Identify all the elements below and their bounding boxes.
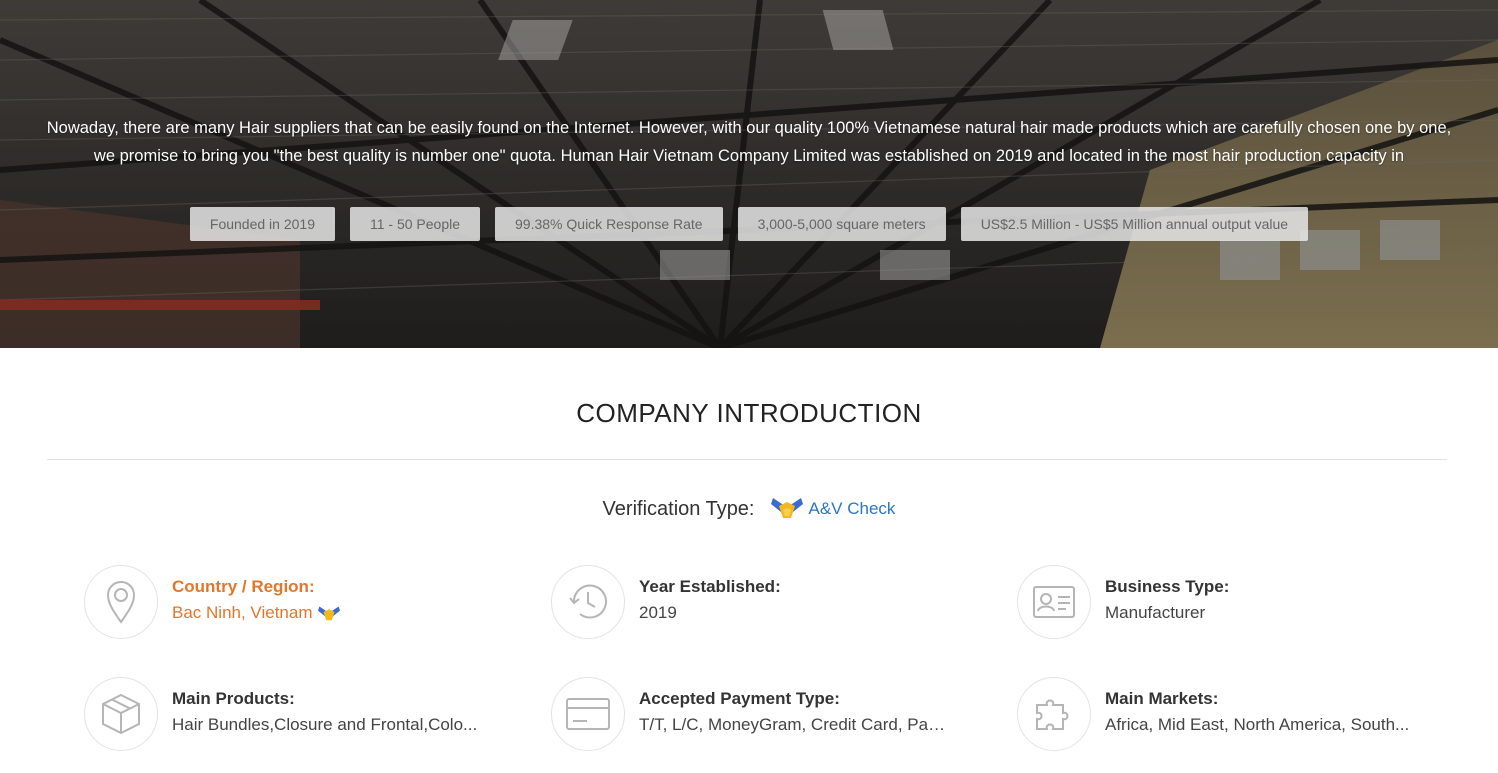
detail-label: Main Markets: [1105, 689, 1219, 708]
verification-label: Verification Type: [602, 497, 755, 520]
section-title: COMPANY INTRODUCTION [576, 398, 922, 428]
tag-factory-size: 3,000-5,000 square meters [737, 207, 946, 241]
puzzle-piece-icon [1017, 677, 1091, 751]
detail-label: Business Type: [1105, 577, 1230, 596]
tag-response-rate: 99.38% Quick Response Rate [495, 207, 723, 241]
factory-hero-banner: Nowaday, there are many Hair suppliers t… [0, 0, 1498, 348]
detail-value: 2019 [639, 603, 677, 622]
detail-value: Hair Bundles,Closure and Frontal,Colo... [172, 715, 478, 734]
detail-value: Manufacturer [1105, 603, 1206, 622]
detail-main-products: Main Products: Hair Bundles,Closure and … [84, 677, 524, 753]
av-check-link[interactable]: A&V Check [809, 499, 896, 519]
company-description: Nowaday, there are many Hair suppliers t… [46, 119, 1452, 165]
tag-founded: Founded in 2019 [189, 207, 335, 241]
detail-main-markets: Main Markets: Africa, Mid East, North Am… [1017, 677, 1457, 753]
location-pin-icon [84, 565, 158, 639]
detail-value: Bac Ninh, Vietnam [172, 603, 341, 623]
detail-year-established: Year Established: 2019 [551, 565, 991, 641]
detail-label: Country / Region: [172, 577, 315, 596]
tag-annual-output: US$2.5 Million - US$5 Million annual out… [960, 207, 1309, 241]
detail-label: Main Products: [172, 689, 295, 708]
id-card-icon [1017, 565, 1091, 639]
detail-label: Year Established: [639, 577, 781, 596]
detail-country-region: Country / Region: Bac Ninh, Vietnam [84, 565, 524, 641]
hero-dark-overlay [0, 0, 1498, 348]
handshake-badge-icon [318, 605, 341, 620]
tag-employees: 11 - 50 People [349, 207, 481, 241]
detail-value: Africa, Mid East, North America, South..… [1105, 715, 1410, 734]
box-cube-icon [84, 677, 158, 751]
credit-card-icon [551, 677, 625, 751]
detail-business-type: Business Type: Manufacturer [1017, 565, 1457, 641]
detail-label: Accepted Payment Type: [639, 689, 840, 708]
detail-payment-type: Accepted Payment Type: T/T, L/C, MoneyGr… [551, 677, 991, 753]
handshake-badge-icon [770, 498, 803, 518]
verification-row: Verification Type: A&V Check [0, 496, 1498, 522]
section-divider [47, 459, 1447, 460]
company-stats-tags: Founded in 2019 11 - 50 People 99.38% Qu… [0, 207, 1498, 241]
detail-value: T/T, L/C, MoneyGram, Credit Card, Pay... [639, 715, 949, 734]
history-clock-icon [551, 565, 625, 639]
